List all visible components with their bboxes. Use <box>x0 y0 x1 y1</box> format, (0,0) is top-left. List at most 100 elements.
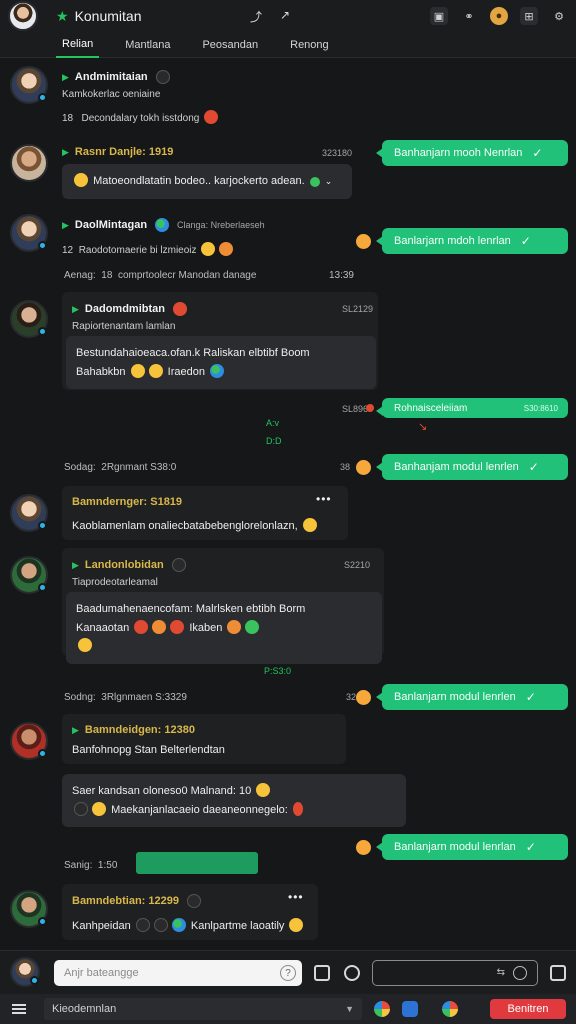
more-options-icon[interactable]: ••• <box>316 492 332 506</box>
emoji-icon <box>153 918 168 932</box>
message-item: ▶ Andmimitaian Kamkokerlac oeniaine 18 De… <box>0 58 576 130</box>
sender-name[interactable]: ▶ Andmimitaian <box>62 70 220 84</box>
bottom-bar: Kieodemnlan ▼ Benitren <box>0 994 576 1024</box>
menu-icon[interactable] <box>12 1004 26 1014</box>
sent-message[interactable]: Rohnaisceleiiam S30:8610 <box>376 398 568 418</box>
arrow-icon[interactable]: ↗ <box>280 8 290 22</box>
tab-renong[interactable]: Renong <box>284 32 335 58</box>
window-icon[interactable] <box>402 1001 418 1017</box>
message-item: ▶ Landonlobidan Tiaprodeotarleamal S2210 … <box>0 548 576 665</box>
avatar[interactable] <box>10 214 48 252</box>
avatar[interactable] <box>10 556 48 594</box>
sent-message[interactable]: Banlanjarn modul lenrlen ✓ <box>376 684 568 710</box>
message-text: Rapiortenantam lamlan <box>72 321 176 332</box>
message-meta: 18 Decondalary tokh isstdong <box>62 110 220 124</box>
check-icon: ✓ <box>528 460 539 474</box>
reaction-icon[interactable] <box>356 840 371 855</box>
reaction-icon[interactable] <box>366 404 374 412</box>
status-dropdown[interactable]: Kieodemnlan ▼ <box>44 998 362 1020</box>
sent-message[interactable]: Banlarjarn mdoh lenrlan ✓ <box>376 228 568 254</box>
emoji-icon <box>289 918 304 932</box>
message-feed[interactable]: ▶ Andmimitaian Kamkokerlac oeniaine 18 De… <box>0 58 576 950</box>
action-button[interactable]: Benitren <box>490 999 566 1019</box>
link-icon[interactable]: ⚭ <box>460 7 478 25</box>
emoji-picker-icon[interactable] <box>344 965 360 981</box>
emoji-icon <box>134 619 149 634</box>
badge-icon <box>155 70 170 84</box>
online-indicator <box>38 327 47 336</box>
composer-avatar[interactable] <box>10 957 40 987</box>
chevron-down-icon[interactable]: ⌄ <box>325 176 333 186</box>
phone-icon[interactable] <box>550 965 566 981</box>
globe-icon <box>210 363 225 378</box>
tab-peosandan[interactable]: Peosandan <box>196 32 264 58</box>
avatar[interactable] <box>10 722 48 760</box>
avatar[interactable] <box>10 494 48 532</box>
photo-icon[interactable]: ▣ <box>430 7 448 25</box>
emoji-icon <box>201 242 216 256</box>
tab-mantlana[interactable]: Mantlana <box>119 32 176 58</box>
app-icon[interactable] <box>442 1001 458 1017</box>
cast-icon[interactable]: ⊞ <box>520 7 538 25</box>
reaction-icon[interactable] <box>356 234 371 249</box>
sent-message[interactable]: Banhanjarn mooh Nenrlan ✓ <box>376 140 568 166</box>
mic-icon[interactable] <box>513 966 527 980</box>
message-item: Sodag: 2Rgnmant S38:0 38 Banhanjam modul… <box>0 454 576 488</box>
message-bubble[interactable]: Matoeondlatatin bodeo.. karjockerto adea… <box>62 164 352 199</box>
message-text: Kanhpeidan Kanlpartme laoatily <box>72 918 305 932</box>
message-time: 32 <box>346 692 357 702</box>
emoji-icon <box>78 638 92 653</box>
gif-icon[interactable]: ⇆ <box>497 967 505 978</box>
message-bubble[interactable]: Baadumahenaencofam: Malrlsken ebtibh Bor… <box>66 592 382 665</box>
sender-name[interactable]: ▶ Landonlobidan <box>72 558 188 572</box>
sender-name[interactable]: ▶ Bamndeidgen: 12380 <box>72 724 225 736</box>
message-time: SL896 <box>342 404 369 414</box>
online-indicator <box>38 749 47 758</box>
sender-name[interactable]: ▶ DaolMintagan Clanga: Nreberlaeseh <box>62 218 265 232</box>
star-icon: ★ <box>56 7 69 24</box>
avatar[interactable] <box>10 66 48 104</box>
emoji-icon <box>130 363 145 378</box>
message-input[interactable]: Anjr bateangge ? <box>54 960 302 986</box>
emoji-icon <box>204 110 219 124</box>
message-bubble[interactable]: Bestundahaioeaca.ofan.k Raliskan elbtibf… <box>66 336 376 390</box>
pin-icon: ▶ <box>72 559 79 570</box>
sender-name[interactable]: ▶ Rasnr Danjle: 1919 <box>62 146 173 158</box>
tab-relian[interactable]: Relian <box>56 32 100 58</box>
reaction-icon[interactable] <box>356 460 371 475</box>
message-time: SL2129 <box>342 304 374 314</box>
emoji-icon <box>170 619 185 634</box>
composer: Anjr bateangge ? ⇆ <box>0 950 576 994</box>
system-line: Aenag: 18 comprtoolecr Manodan danage 13… <box>64 270 354 281</box>
emoji-icon <box>302 518 317 532</box>
emoji-icon <box>92 801 106 816</box>
secondary-input[interactable]: ⇆ <box>372 960 538 986</box>
avatar[interactable] <box>10 890 48 928</box>
check-icon: ✓ <box>525 690 536 704</box>
reaction-icon[interactable] <box>356 690 371 705</box>
pin-icon: ▶ <box>72 724 79 735</box>
badge-icon <box>172 302 187 316</box>
sent-message[interactable]: Banhanjam modul lenrlen ✓ <box>376 454 568 480</box>
avatar[interactable] <box>10 300 48 338</box>
check-icon: ✓ <box>525 840 536 854</box>
user-avatar[interactable] <box>8 1 38 31</box>
help-icon[interactable]: ? <box>280 965 296 981</box>
attach-icon[interactable] <box>314 965 330 981</box>
sender-name[interactable]: ▶ Dadomdmibtan <box>72 302 189 316</box>
avatar[interactable] <box>10 144 48 182</box>
sender-name[interactable]: Bamndernger: S1819 <box>72 496 319 508</box>
settings-icon[interactable]: ⚙ <box>550 7 568 25</box>
emoji-icon <box>292 801 303 816</box>
phone-icon[interactable]: ⤴ <box>250 8 262 25</box>
more-options-icon[interactable]: ••• <box>288 890 304 904</box>
message-item: SL896 Rohnaisceleiiam S30:8610 ↘ A:v D:D <box>0 396 576 446</box>
sent-message[interactable]: Banlanjarn modul lenrlan ✓ <box>376 834 568 860</box>
app-icon[interactable] <box>374 1001 390 1017</box>
emoji-icon <box>148 363 163 378</box>
message-bubble[interactable]: Saer kandsan oloneso0 Malnand: 10 Maekan… <box>62 774 406 828</box>
coin-icon[interactable]: ● <box>490 7 508 25</box>
globe-icon <box>171 918 186 932</box>
message-text: Tiaprodeotarleamal <box>72 577 158 588</box>
sender-name[interactable]: Bamndebtian: 12299 <box>72 894 305 908</box>
